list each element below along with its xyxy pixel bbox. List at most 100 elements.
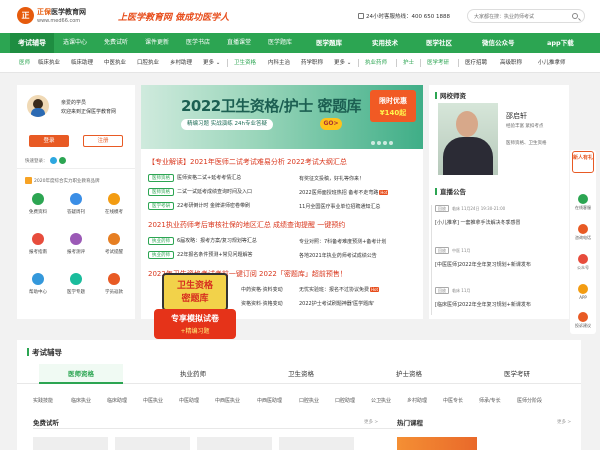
site-logo[interactable]: 正 正保医学教育网 www.med66.com (17, 6, 109, 28)
quick-link-assessment[interactable]: 报考测评 (57, 233, 95, 263)
exam-subcategory[interactable]: 实践技能 (33, 397, 53, 404)
subnav-link[interactable]: 药学职称 (301, 58, 323, 66)
subnav-link[interactable]: 高级职称 (500, 58, 522, 66)
news-item[interactable]: 执业药师 22年报名条件预测+常见问题解答 (148, 251, 253, 259)
tab-physician[interactable]: 医师资格 (39, 364, 123, 384)
nav-exam-guide[interactable]: 考试辅导 (10, 33, 54, 53)
quick-link-free-materials[interactable]: 免费资料 (19, 193, 57, 223)
exam-subcategory[interactable]: 中医助理 (179, 397, 199, 404)
nav-wechat[interactable]: 微信公众号 (482, 33, 515, 53)
exam-subcategory[interactable]: 医师分阶段 (517, 397, 542, 404)
subnav-more[interactable]: 更多 ⌄ (203, 58, 220, 66)
float-phone[interactable]: 咨询电话 (570, 224, 596, 241)
news-item[interactable]: 2022医师面授班热招 备考不走弯路 Hot (299, 189, 389, 196)
more-link[interactable]: 更多 > (364, 419, 378, 425)
quick-link-refund[interactable]: 学员返款 (95, 273, 133, 303)
subnav-link[interactable]: 医学考研 (427, 58, 449, 66)
subnav-link[interactable]: 内科主治 (268, 58, 290, 66)
teacher-name[interactable]: 邵启轩 (506, 111, 527, 121)
nav-question-bank[interactable]: 医学题库 (316, 33, 342, 53)
promo-banner[interactable]: 2022卫生资格/护士 密题库 精编习题 实战演练 24h专业答疑 GO> 限时… (141, 85, 423, 149)
news-item[interactable]: 有奖征文投稿，好礼等你来！ (299, 175, 364, 182)
nav-practical-tech[interactable]: 实用技术 (372, 33, 398, 53)
news-item[interactable]: 医学考研 22考研倒计时 金牌讲师密卷带刷 (148, 202, 250, 210)
course-card[interactable] (33, 437, 108, 450)
news-item[interactable]: 专业对照：7科备考难度预测+备考计划 (299, 238, 386, 245)
subnav-link[interactable]: 中医执业 (104, 58, 126, 66)
exam-subcategory[interactable]: 乡村助理 (407, 397, 427, 404)
exam-subcategory[interactable]: 公卫执业 (371, 397, 391, 404)
news-item[interactable]: 无忧实验班：报名不过协议免费 Hot (299, 286, 380, 293)
news-headline[interactable]: 【专业解读】2021年医师二试考试难易分析 2022考试大纲汇总 (148, 157, 347, 167)
subnav-link[interactable]: 乡村助理 (170, 58, 192, 66)
exam-subcategory[interactable]: 中西医执业 (215, 397, 240, 404)
live-item[interactable]: [临床医师]2022年全年复习规划+新课发布 (435, 301, 531, 308)
subnav-more[interactable]: 更多 ⌄ (334, 58, 351, 66)
course-card[interactable] (197, 437, 272, 450)
news-item[interactable]: 11月全国医疗事业单位招聘通知汇总 (299, 203, 380, 210)
news-item[interactable]: 医师资格 医师资格二试+延考考情汇总 (148, 174, 241, 182)
search-icon[interactable] (572, 13, 578, 19)
nav-community[interactable]: 医学社区 (426, 33, 452, 53)
floating-promo[interactable]: 卫生资格 密题库 专享模拟试卷 +精编习题 (154, 273, 244, 345)
nav-course-center[interactable]: 选课中心 (63, 33, 87, 53)
news-headline[interactable]: 2021执业药师考后审核社保的地区汇总 成绩查询提醒 一键预约 (148, 220, 345, 230)
quick-link-topics[interactable]: 医学专题 (57, 273, 95, 303)
newbie-gift-badge[interactable]: 新人有礼 (572, 151, 594, 173)
tab-health[interactable]: 卫生资格 (259, 364, 343, 384)
tab-nurse[interactable]: 护士资格 (367, 364, 451, 384)
exam-subcategory[interactable]: 口腔执业 (299, 397, 319, 404)
live-item[interactable]: [小儿推拿] 一套推拿手法解决冬季感冒 (435, 219, 521, 226)
quick-link-reminder[interactable]: 考试提醒 (95, 233, 133, 263)
login-button[interactable]: 登录 (29, 135, 69, 147)
nav-bookstore[interactable]: 医学书店 (186, 33, 210, 53)
wechat-icon[interactable] (58, 157, 66, 164)
subnav-link[interactable]: 医疗招聘 (465, 58, 487, 66)
float-online-service[interactable]: 在线客服 (570, 194, 596, 211)
news-item[interactable]: 2022护士考试刷题神器'医学题库' (299, 300, 374, 307)
course-card[interactable] (279, 437, 354, 450)
subnav-link[interactable]: 执业药师 (365, 58, 387, 66)
exam-subcategory[interactable]: 中西医助理 (257, 397, 282, 404)
news-item[interactable]: 执业药师 6届攻略：报考方案/复习规划等汇总 (148, 237, 257, 245)
nav-free-trial[interactable]: 免费试听 (104, 33, 128, 53)
subnav-link[interactable]: 小儿推拿师 (538, 58, 566, 66)
subnav-group-health[interactable]: 卫生资格 (234, 58, 256, 66)
banner-go-button[interactable]: GO> (320, 118, 342, 130)
news-item[interactable]: 资格资料·资格变动 (241, 300, 283, 307)
news-item[interactable]: 医师资格 二试一试延考成绩查询时间及入口 (148, 188, 252, 196)
carousel-dots[interactable] (371, 140, 395, 147)
quick-link-qa-weekly[interactable]: 答疑周刊 (57, 193, 95, 223)
more-link[interactable]: 更多 > (557, 419, 571, 425)
float-complaint[interactable]: 投诉建议 (570, 312, 596, 329)
quick-link-mock-exam[interactable]: 在线模考 (95, 193, 133, 223)
quick-link-help[interactable]: 帮助中心 (19, 273, 57, 303)
subnav-group-physician[interactable]: 医师 (19, 58, 30, 66)
nav-app[interactable]: app下载 (547, 33, 574, 53)
nav-course-update[interactable]: 课件更新 (145, 33, 169, 53)
course-card[interactable] (115, 437, 190, 450)
hot-course-card[interactable] (397, 437, 477, 450)
float-wechat[interactable]: 公众号 (570, 254, 596, 271)
live-item[interactable]: [中医医师]2022年全年复习规划+新课发布 (435, 261, 531, 268)
news-item[interactable]: 各地2021年执业药师考试成绩公告 (299, 252, 377, 259)
nav-live[interactable]: 直播课堂 (227, 33, 251, 53)
qq-icon[interactable] (49, 157, 57, 164)
subnav-link[interactable]: 护士 (403, 58, 414, 66)
search-box[interactable] (467, 9, 585, 23)
news-item[interactable]: 中药资格·资料变动 (241, 286, 283, 293)
exam-subcategory[interactable]: 临床执业 (71, 397, 91, 404)
subnav-link[interactable]: 口腔执业 (137, 58, 159, 66)
teacher-photo[interactable] (438, 103, 498, 175)
search-input[interactable] (474, 11, 569, 22)
nav-question-bank-small[interactable]: 医学题库 (268, 33, 292, 53)
exam-subcategory[interactable]: 中医执业 (143, 397, 163, 404)
exam-subcategory[interactable]: 师承/专长 (479, 397, 501, 404)
quick-link-guide[interactable]: 报考指南 (19, 233, 57, 263)
subnav-link[interactable]: 临床执业 (38, 58, 60, 66)
tab-postgrad[interactable]: 医学考研 (475, 364, 559, 384)
subnav-link[interactable]: 临床助理 (71, 58, 93, 66)
register-button[interactable]: 注册 (83, 135, 123, 147)
tab-pharmacist[interactable]: 执业药师 (151, 364, 235, 384)
float-app[interactable]: APP (570, 284, 596, 300)
